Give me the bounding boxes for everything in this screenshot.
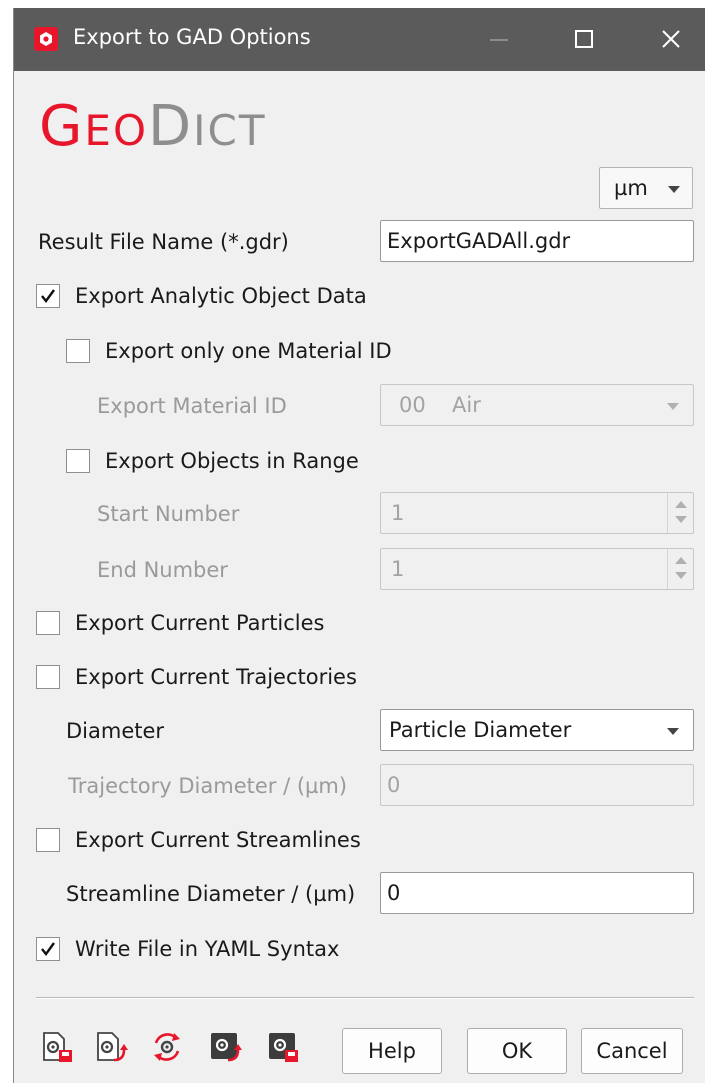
diameter-select-value: Particle Diameter [389, 718, 572, 742]
geodict-app-icon [34, 27, 58, 51]
reset-settings-button[interactable] [150, 1030, 184, 1064]
geodict-logo: GEODICT [39, 94, 267, 159]
close-button[interactable] [636, 8, 705, 71]
end-number-value: 1 [391, 557, 405, 581]
save-settings-icon [97, 1032, 128, 1062]
streamline-diameter-value: 0 [387, 881, 401, 905]
title-bar[interactable]: Export to GAD Options [14, 8, 705, 71]
export-particles-checkbox[interactable] [36, 611, 60, 635]
maximize-icon [575, 30, 593, 48]
start-number-value: 1 [391, 501, 405, 525]
checkmark-icon [41, 289, 55, 303]
export-streamlines-checkbox[interactable] [36, 828, 60, 852]
streamline-diameter-label: Streamline Diameter / (µm) [66, 882, 356, 906]
export-range-checkbox[interactable] [66, 449, 90, 473]
export-analytic-label: Export Analytic Object Data [75, 284, 367, 308]
maximize-button[interactable] [549, 8, 619, 71]
chevron-down-icon [667, 403, 679, 410]
diameter-label: Diameter [66, 719, 165, 743]
spin-up-icon [675, 501, 687, 508]
export-trajectories-label: Export Current Trajectories [75, 665, 357, 689]
close-icon [662, 30, 680, 48]
write-yaml-checkbox[interactable] [36, 937, 60, 961]
end-number-spin-buttons[interactable] [667, 549, 693, 589]
start-number-spinbox[interactable]: 1 [380, 492, 694, 534]
reset-settings-icon [154, 1033, 180, 1061]
unit-select[interactable]: µm [599, 167, 693, 209]
trajectory-diameter-label: Trajectory Diameter / (µm) [68, 774, 348, 798]
end-number-spinbox[interactable]: 1 [380, 548, 694, 590]
streamline-diameter-input[interactable]: 0 [380, 872, 694, 914]
save-settings-button[interactable] [94, 1030, 128, 1064]
chevron-down-icon [667, 728, 679, 735]
export-particles-label: Export Current Particles [75, 611, 325, 635]
material-id-select[interactable]: 00 Air [380, 384, 694, 426]
export-gad-dialog: Export to GAD Options GEODICT µm Result … [13, 8, 705, 1083]
window-title: Export to GAD Options [73, 25, 311, 49]
write-yaml-label: Write File in YAML Syntax [75, 937, 340, 961]
export-streamlines-label: Export Current Streamlines [75, 828, 361, 852]
start-number-label: Start Number [97, 502, 240, 526]
load-settings-button[interactable] [40, 1030, 74, 1064]
export-one-material-checkbox[interactable] [66, 339, 90, 363]
load-settings-icon [43, 1032, 72, 1062]
macro-save-button[interactable] [266, 1030, 300, 1064]
export-range-label: Export Objects in Range [105, 449, 359, 473]
cancel-button[interactable]: Cancel [581, 1028, 683, 1074]
spin-down-icon [675, 516, 687, 523]
trajectory-diameter-value: 0 [387, 773, 401, 797]
result-file-value: ExportGADAll.gdr [387, 229, 571, 253]
export-trajectories-checkbox[interactable] [36, 665, 60, 689]
minimize-icon [490, 39, 508, 41]
result-file-label: Result File Name (*.gdr) [38, 230, 289, 254]
export-analytic-checkbox[interactable] [36, 284, 60, 308]
export-one-material-label: Export only one Material ID [105, 339, 392, 363]
help-button[interactable]: Help [342, 1028, 442, 1074]
result-file-input[interactable]: ExportGADAll.gdr [380, 220, 694, 262]
spin-up-icon [675, 557, 687, 564]
spin-down-icon [675, 572, 687, 579]
ok-button[interactable]: OK [467, 1028, 567, 1074]
material-id-name: Air [452, 393, 481, 417]
unit-select-value: µm [614, 176, 648, 200]
trajectory-diameter-input[interactable]: 0 [380, 764, 694, 806]
minimize-button[interactable] [464, 8, 534, 71]
chevron-down-icon [668, 186, 680, 193]
macro-load-icon [211, 1033, 242, 1062]
macro-save-icon [269, 1033, 298, 1062]
start-number-spin-buttons[interactable] [667, 493, 693, 533]
separator [36, 997, 694, 999]
macro-load-button[interactable] [208, 1030, 242, 1064]
end-number-label: End Number [97, 558, 228, 582]
material-id-code: 00 [399, 393, 426, 417]
checkmark-icon [41, 942, 55, 956]
diameter-select[interactable]: Particle Diameter [380, 709, 694, 751]
material-id-label: Export Material ID [97, 394, 287, 418]
